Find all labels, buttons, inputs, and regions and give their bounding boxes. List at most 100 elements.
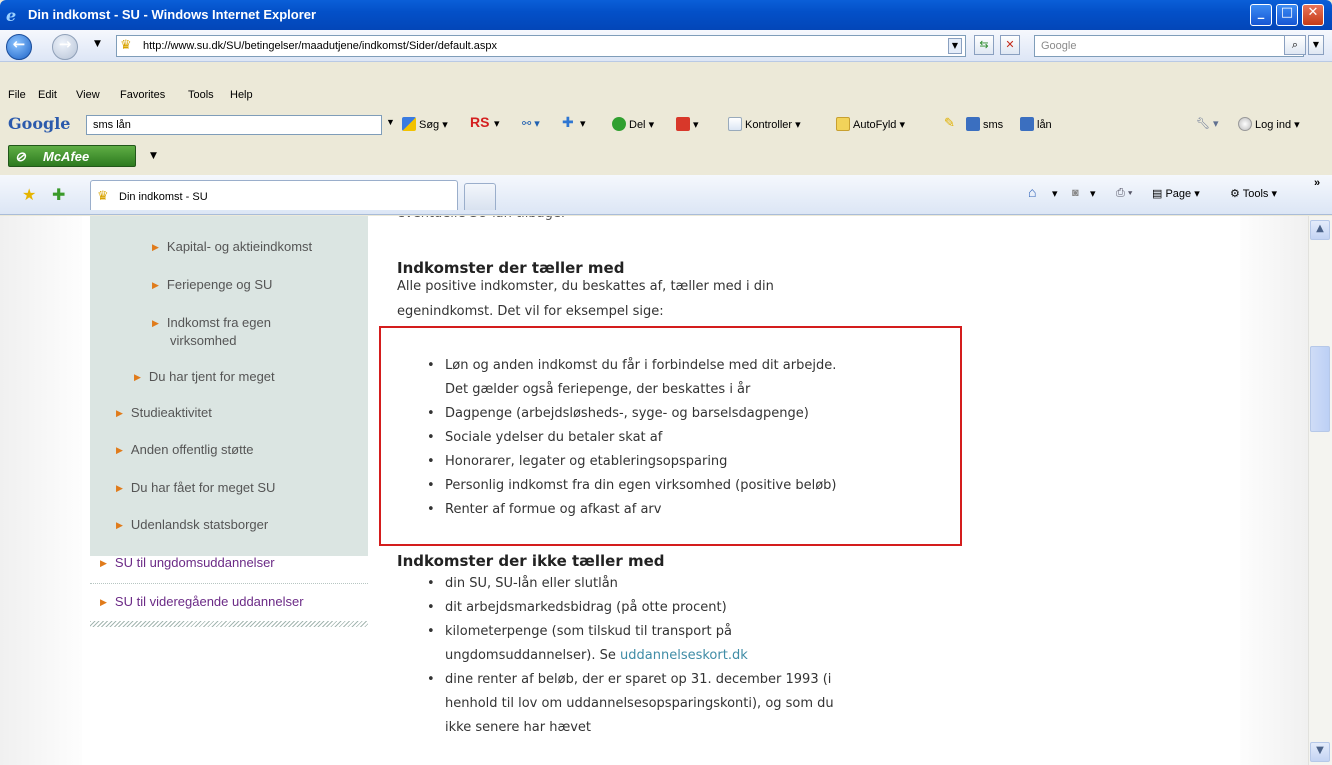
sidebar-item-label-cont[interactable]: virksomhed [170, 333, 236, 348]
refresh-button[interactable]: ⇆ [974, 35, 994, 55]
arrow-icon: ▶ [100, 597, 107, 607]
list-item-cont: ikke senere har hævet [445, 720, 592, 735]
feeds-dropdown-icon[interactable]: ▾ [1090, 187, 1096, 200]
list-item: kilometerpenge (som tilskud til transpor… [427, 620, 834, 644]
favorites-star-icon[interactable]: ★ [22, 185, 36, 204]
arrow-icon: ▶ [152, 318, 159, 328]
plus-dropdown-icon[interactable]: ▾ [580, 117, 586, 130]
mcafee-label: McAfee [43, 149, 90, 164]
menu-view[interactable]: View [76, 89, 100, 101]
page-label: Page [1165, 188, 1192, 200]
search-options-icon[interactable]: ▼ [1308, 35, 1324, 55]
vertical-scrollbar[interactable]: ▲ ▼ [1308, 216, 1332, 765]
left-page-margin [0, 216, 82, 765]
sidebar-item-label: SU til ungdomsuddannelser [114, 555, 275, 570]
sidebar-item-videregaende[interactable]: ▶ SU til videregående uddannelser [100, 594, 304, 609]
menu-file[interactable]: File [8, 89, 26, 101]
rs-button[interactable]: RS [470, 114, 489, 130]
wrench-icon[interactable]: 🔧︎ ▾ [1196, 117, 1219, 130]
sidebar-item-tjent-for-meget[interactable]: ▶ Du har tjent for meget [134, 369, 275, 384]
uddannelseskort-link[interactable]: uddannelseskort.dk [620, 648, 748, 663]
page-menu-button[interactable]: ▤ Page ▾ [1152, 187, 1200, 200]
close-button[interactable]: ✕ [1302, 4, 1324, 26]
menu-tools[interactable]: Tools [188, 89, 214, 101]
sidebar-item-label: Feriepenge og SU [166, 277, 273, 292]
print-icon[interactable]: ⎙ ▾ [1116, 187, 1132, 200]
mcafee-check-icon: ⊘ [15, 149, 26, 164]
google-search-dropdown-icon[interactable]: ▼ [386, 117, 395, 127]
list-item-cont: ungdomsuddannelser). Se uddannelseskort.… [427, 644, 834, 668]
tools-menu-button[interactable]: ⚙ Tools ▾ [1230, 187, 1277, 200]
account-icon [1238, 117, 1252, 131]
chevron-more-icon[interactable]: » [1314, 177, 1320, 189]
sidebar-item-kapital[interactable]: ▶ Kapital- og aktieindkomst [152, 239, 312, 254]
google-search-input[interactable]: sms lån [86, 115, 382, 135]
sidebar-item-label: Indkomst fra egen [166, 315, 271, 330]
address-field[interactable]: ♛ http://www.su.dk/SU/betingelser/maadut… [116, 35, 966, 57]
del-button[interactable]: Del ▾ [612, 117, 654, 131]
search-icon[interactable]: ⌕ [1284, 35, 1306, 55]
tab-row: ★ ✚ ♛ Din indkomst - SU ⌂ ▾ ◙ ▾ ⎙ ▾ ▤ Pa… [0, 175, 1332, 215]
sidebar-item-udenlandsk[interactable]: ▶ Udenlandsk statsborger [116, 517, 268, 532]
sidebar-item-faet-for-meget[interactable]: ▶ Du har fået for meget SU [116, 480, 275, 495]
autofyld-button[interactable]: AutoFyld ▾ [836, 117, 905, 131]
list-item: Dagpenge (arbejdsløsheds-, syge- og bars… [427, 402, 836, 426]
feeds-icon[interactable]: ◙ [1072, 187, 1079, 199]
menu-favorites[interactable]: Favorites [120, 89, 165, 101]
stop-button[interactable]: ✕ [1000, 35, 1020, 55]
highlight-icon[interactable]: ✎ [944, 115, 955, 131]
sidebar-item-offentlig-stotte[interactable]: ▶ Anden offentlig støtte [116, 442, 254, 457]
arrow-icon: ▶ [116, 483, 123, 493]
tab-din-indkomst[interactable]: ♛ Din indkomst - SU [90, 180, 458, 210]
del-label: Del [629, 119, 646, 131]
mcafee-button[interactable]: ⊘ McAfee [8, 145, 136, 167]
search-input[interactable]: Google [1034, 35, 1304, 57]
minimize-button[interactable]: _ [1250, 4, 1272, 26]
lan-button[interactable]: lån [1020, 117, 1052, 131]
menu-bar: File Edit View Favorites Tools Help [0, 86, 1332, 108]
sidebar-item-feriepenge[interactable]: ▶ Feriepenge og SU [152, 277, 272, 292]
address-dropdown-icon[interactable]: ▼ [948, 38, 962, 54]
list-item-cont: henhold til lov om uddannelsesopsparings… [445, 696, 834, 711]
arrow-icon: ▶ [116, 445, 123, 455]
scroll-down-button[interactable]: ▼ [1310, 742, 1330, 762]
lan-label: lån [1037, 119, 1052, 131]
maximize-button[interactable]: □ [1276, 4, 1298, 26]
sidebar-item-studieaktivitet[interactable]: ▶ Studieaktivitet [116, 405, 212, 420]
add-favorite-icon[interactable]: ✚ [52, 185, 65, 204]
back-button[interactable]: ← [6, 34, 32, 60]
google-toolbar: Google sms lån ▼ Søg ▾ RS ▾ ⚯ ▾ ✚ ▾ Del … [0, 110, 1332, 138]
popup-blocker-button[interactable]: ▾ [676, 117, 699, 131]
list-indkomster-taeller: Løn og anden indkomst du får i forbindel… [427, 354, 836, 522]
sidebar-item-egen-virksomhed[interactable]: ▶ Indkomst fra egen [152, 315, 271, 330]
scroll-up-button[interactable]: ▲ [1310, 220, 1330, 240]
crown-favicon-icon: ♛ [97, 189, 109, 204]
scroll-thumb[interactable] [1310, 346, 1330, 432]
arrow-icon: ▶ [116, 408, 123, 418]
menu-edit[interactable]: Edit [38, 89, 57, 101]
google-search-icon [402, 117, 416, 131]
plus-icon[interactable]: ✚ [562, 114, 574, 131]
sidebar-item-label: Du har tjent for meget [148, 369, 275, 384]
sidebar-item-label: Anden offentlig støtte [130, 442, 254, 457]
kontroller-label: Kontroller [745, 119, 793, 131]
bookmark-link-icon[interactable]: ⚯ ▾ [522, 117, 540, 130]
list-item: Honorarer, legater og etableringsopspari… [427, 450, 836, 474]
tools-label: Tools [1242, 188, 1269, 200]
sms-button[interactable]: sms [966, 117, 1003, 131]
new-tab-button[interactable] [464, 183, 496, 210]
list-item: dit arbejdsmarkedsbidrag (på otte procen… [427, 596, 834, 620]
log-ind-button[interactable]: Log ind ▾ [1238, 117, 1300, 131]
mcafee-dropdown-icon[interactable]: ▼ [150, 151, 157, 161]
forward-button[interactable]: → [52, 34, 78, 60]
sidebar-item-ungdomsuddannelser[interactable]: ▶ SU til ungdomsuddannelser [100, 555, 275, 570]
home-dropdown-icon[interactable]: ▾ [1052, 187, 1058, 200]
sog-button[interactable]: Søg ▾ [402, 117, 448, 131]
list-indkomster-ikke-taeller: din SU, SU-lån eller slutlån dit arbejds… [427, 572, 834, 740]
history-dropdown-icon[interactable]: ▼ [94, 39, 101, 49]
menu-help[interactable]: Help [230, 89, 253, 101]
home-icon[interactable]: ⌂ [1028, 184, 1036, 200]
arrow-icon: ▶ [152, 280, 159, 290]
rs-dropdown-icon[interactable]: ▾ [494, 117, 500, 130]
kontroller-button[interactable]: Kontroller ▾ [728, 117, 801, 131]
